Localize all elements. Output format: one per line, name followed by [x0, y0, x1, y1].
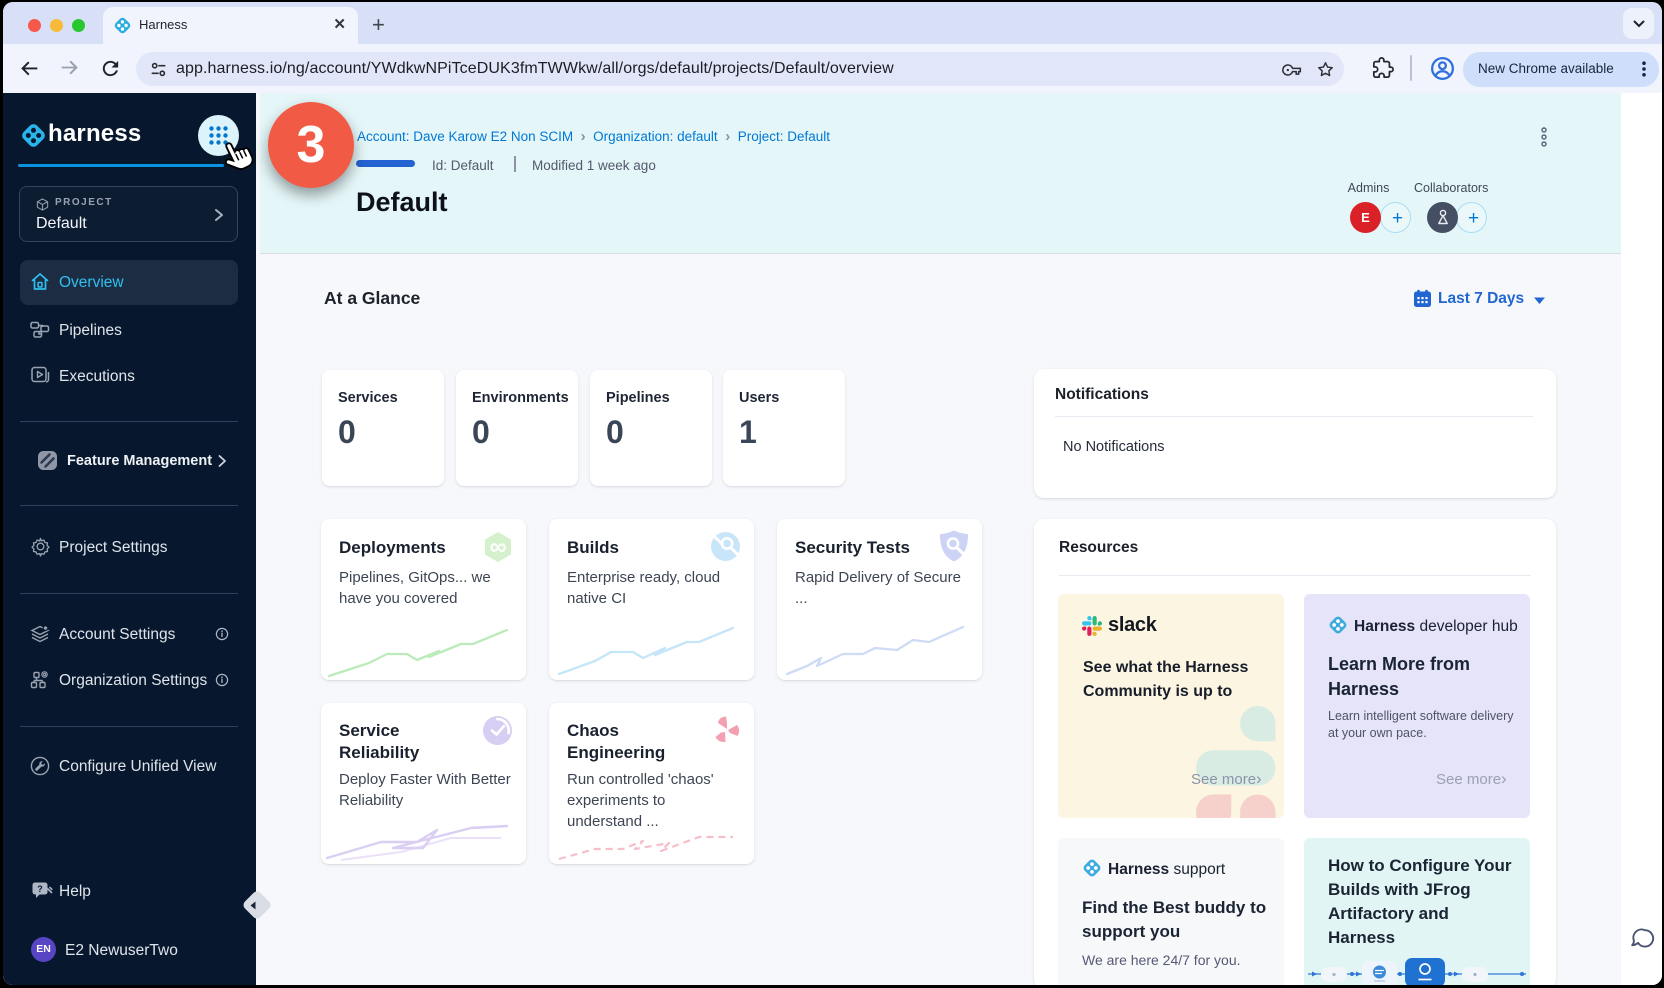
svg-text:∞: ∞: [489, 534, 506, 561]
svg-text:?: ?: [37, 884, 43, 894]
